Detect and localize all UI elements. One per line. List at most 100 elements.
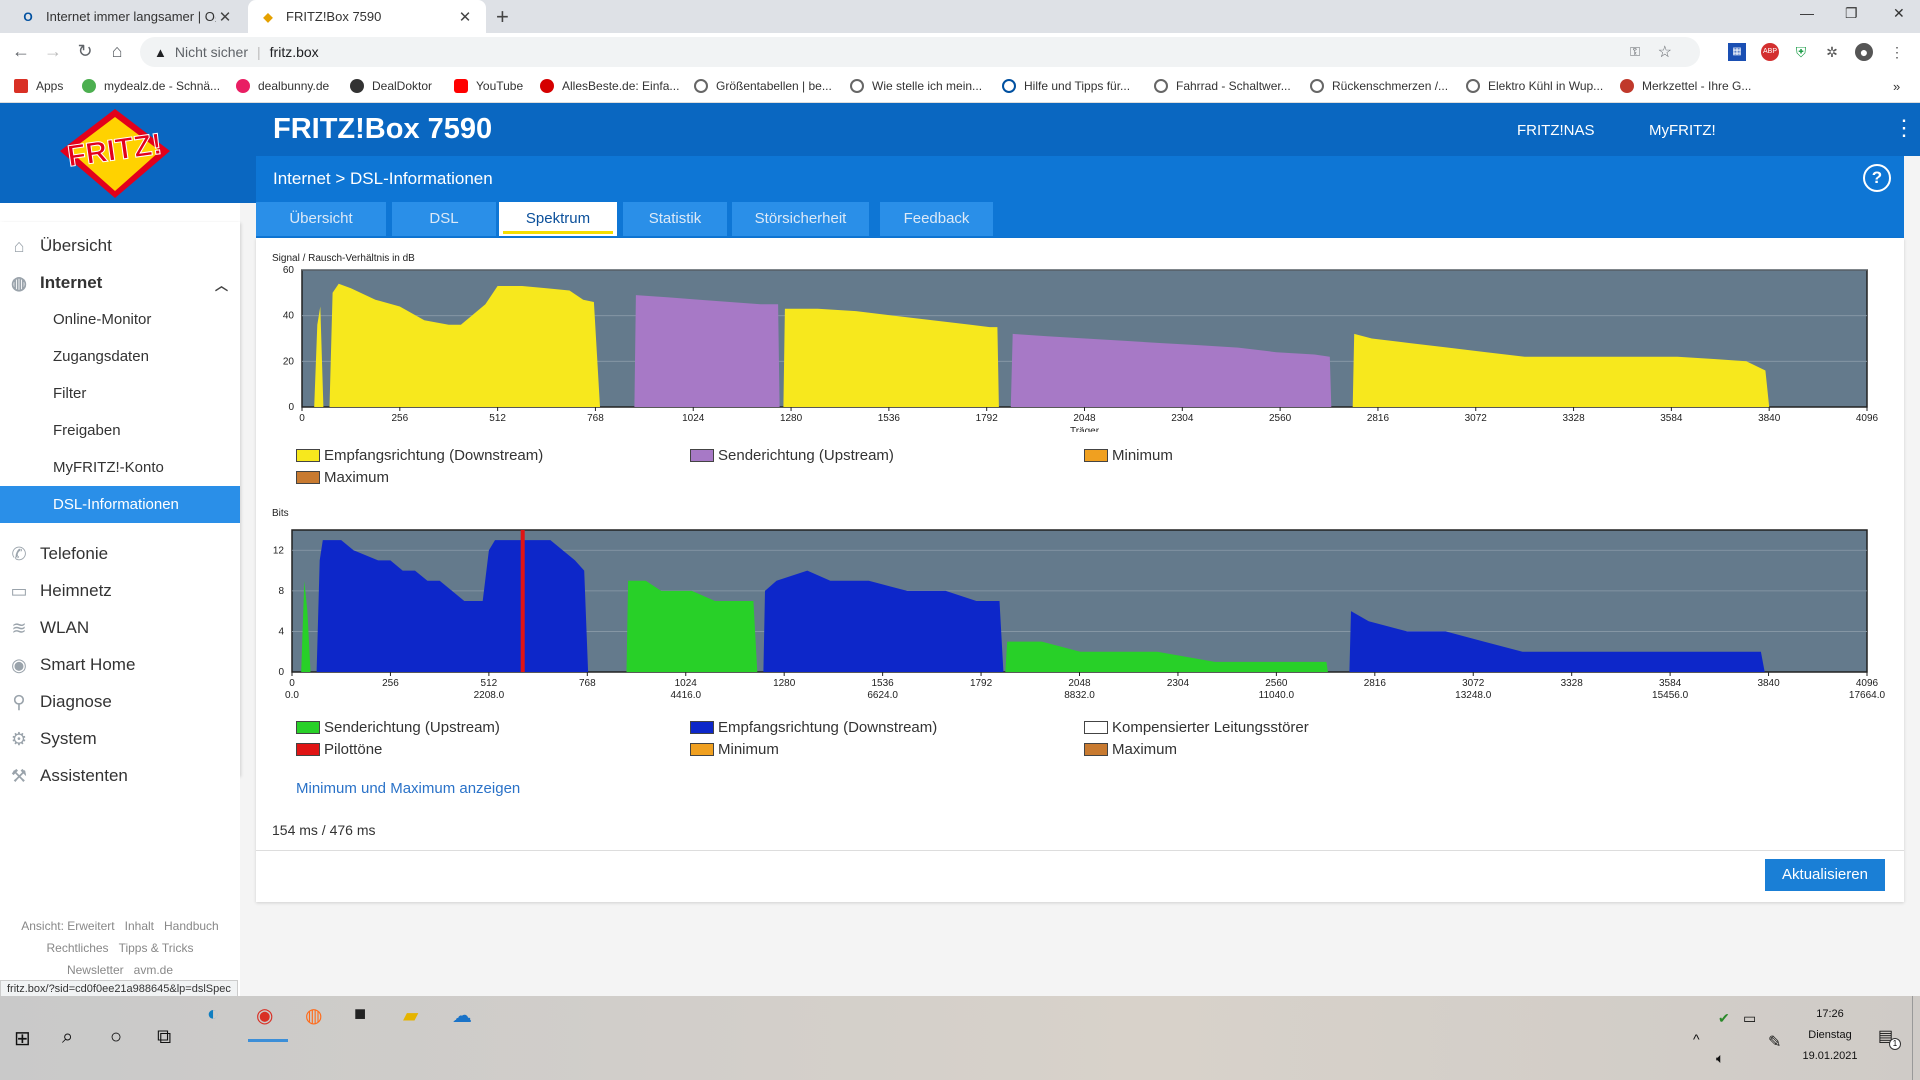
bookmarks-overflow-icon[interactable]: » — [1893, 79, 1900, 94]
x-tick-label: 1536 — [878, 413, 901, 424]
sidebar-sub-freigaben[interactable]: Freigaben — [0, 412, 240, 449]
x-axis-label: Träger — [1070, 426, 1100, 432]
footer-link-handbuch[interactable]: Handbuch — [164, 919, 219, 933]
footer-link-tipps[interactable]: Tipps & Tricks — [119, 941, 194, 955]
gear-icon: ⚙ — [10, 728, 28, 749]
bookmark-mydealz[interactable]: mydealz.de - Schnä... — [82, 79, 220, 93]
x-tick-khz-label: 2208.0 — [474, 690, 505, 700]
show-desktop-button[interactable] — [1912, 996, 1913, 1080]
close-window-icon[interactable]: ✕ — [1893, 5, 1905, 22]
volume-icon[interactable]: 🔈︎ — [1716, 1050, 1724, 1067]
home-icon[interactable]: ⌂ — [106, 41, 128, 62]
bookmark-elektro-kuehl[interactable]: Elektro Kühl in Wup... — [1466, 79, 1603, 93]
x-tick-khz-label: 6624.0 — [867, 690, 898, 700]
x-tick-label: 768 — [587, 413, 604, 424]
chrome-icon[interactable]: ◉ — [256, 1003, 273, 1028]
taskbar-clock[interactable]: 17:26 Dienstag 19.01.2021 — [1790, 1004, 1870, 1067]
extension-grid-icon[interactable]: ▦ — [1728, 43, 1746, 61]
security-tray-icon[interactable]: ✔ — [1718, 1010, 1730, 1027]
onedrive-icon[interactable]: ☁ — [452, 1003, 472, 1028]
sidebar-sub-dsl-informationen[interactable]: DSL-Informationen — [0, 486, 240, 523]
minimize-icon[interactable]: — — [1800, 5, 1814, 21]
sidebar-item-heimnetz[interactable]: ▭ Heimnetz — [0, 572, 240, 609]
x-tick-label: 1280 — [780, 413, 803, 424]
menu-icon[interactable]: ⋮ — [1888, 43, 1906, 61]
tab-dsl[interactable]: DSL — [392, 202, 496, 236]
refresh-button[interactable]: Aktualisieren — [1765, 859, 1885, 891]
bookmark-wie-stelle[interactable]: Wie stelle ich mein... — [850, 79, 982, 93]
new-tab-button[interactable]: + — [496, 4, 509, 30]
sidebar-item-system[interactable]: ⚙ System — [0, 720, 240, 757]
close-tab-icon[interactable]: ✕ — [456, 8, 474, 26]
footer-link-rechtliches[interactable]: Rechtliches — [47, 941, 109, 955]
adblock-icon[interactable]: ABP — [1761, 43, 1779, 61]
back-icon[interactable]: ← — [10, 41, 32, 62]
pen-icon[interactable]: ✎ — [1768, 1032, 1781, 1052]
sidebar-sub-zugangsdaten[interactable]: Zugangsdaten — [0, 338, 240, 375]
sidebar-item-wlan[interactable]: ≋ WLAN — [0, 609, 240, 646]
star-icon[interactable]: ☆ — [1658, 42, 1672, 62]
shield-icon[interactable]: ⛨ — [1792, 43, 1810, 61]
bookmark-allesbeste[interactable]: AllesBeste.de: Einfa... — [540, 79, 679, 93]
fritz-logo[interactable]: FRITZ! — [0, 103, 256, 203]
footer-link-inhalt[interactable]: Inhalt — [125, 919, 154, 933]
tab-feedback[interactable]: Feedback — [880, 202, 993, 236]
forward-icon[interactable]: → — [42, 41, 64, 62]
chevron-up-icon[interactable]: ^ — [1693, 1031, 1700, 1047]
search-icon[interactable]: ⌕ — [62, 1026, 73, 1049]
show-minmax-link[interactable]: Minimum und Maximum anzeigen — [296, 780, 520, 797]
merkzettel-icon — [1620, 79, 1634, 93]
edge-icon[interactable]: ◐ — [207, 1003, 219, 1026]
bookmark-dealdoktor[interactable]: DealDoktor — [350, 79, 432, 93]
maximize-icon[interactable]: ❐ — [1845, 5, 1858, 22]
footer-link-ansicht[interactable]: Ansicht: Erweitert — [21, 919, 114, 933]
help-icon[interactable]: ? — [1863, 164, 1891, 192]
sidebar-item-internet[interactable]: ◍ Internet ︿ — [0, 264, 240, 301]
fritznas-link[interactable]: FRITZ!NAS — [1517, 122, 1595, 139]
tab-uebersicht[interactable]: Übersicht — [256, 202, 386, 236]
tab-spektrum[interactable]: Spektrum — [499, 202, 617, 236]
x-tick-khz-label: 13248.0 — [1455, 690, 1492, 700]
bookmark-apps[interactable]: Apps — [14, 79, 63, 93]
reload-icon[interactable]: ↻ — [74, 41, 96, 62]
sidebar-item-assistenten[interactable]: ⚒ Assistenten — [0, 757, 240, 794]
tab-stoersicherheit[interactable]: Störsicherheit — [732, 202, 869, 236]
apps-icon — [14, 79, 28, 93]
file-explorer-icon[interactable]: ▰ — [403, 1003, 418, 1028]
firefox-icon[interactable]: ◍ — [305, 1003, 322, 1028]
bookmark-fahrrad[interactable]: Fahrrad - Schaltwer... — [1154, 79, 1291, 93]
windows-start-icon[interactable]: ⊞ — [14, 1026, 31, 1051]
divider — [256, 850, 1904, 851]
network-tray-icon[interactable]: ▭ — [1743, 1010, 1756, 1027]
browser-tab-fritzbox[interactable]: ◆ FRITZ!Box 7590 ✕ — [248, 0, 486, 33]
bookmark-groessentabellen[interactable]: Größentabellen | be... — [694, 79, 832, 93]
more-menu-icon[interactable]: ⋮ — [1893, 115, 1915, 141]
sidebar-sub-myfritz-konto[interactable]: MyFRITZ!-Konto — [0, 449, 240, 486]
extensions-icon[interactable]: ✲ — [1823, 43, 1841, 61]
key-icon[interactable]: ⚿ — [1630, 44, 1640, 60]
sidebar-sub-filter[interactable]: Filter — [0, 375, 240, 412]
cortana-icon[interactable]: ○ — [110, 1026, 122, 1049]
bookmark-hilfe-tipps[interactable]: Hilfe und Tipps für... — [1002, 79, 1130, 93]
chevron-up-icon[interactable]: ︿ — [215, 275, 228, 294]
bookmark-merkzettel[interactable]: Merkzettel - Ihre G... — [1620, 79, 1751, 93]
sidebar-item-diagnose[interactable]: ⚲ Diagnose — [0, 683, 240, 720]
bookmark-rueckenschmerzen[interactable]: Rückenschmerzen /... — [1310, 79, 1448, 93]
legend-minimum: Minimum — [1084, 447, 1173, 464]
bookmark-dealbunny[interactable]: dealbunny.de — [236, 79, 329, 93]
footer-link-newsletter[interactable]: Newsletter — [67, 963, 124, 977]
sticky-notes-icon[interactable]: ■ — [354, 1003, 366, 1026]
browser-tab-o2[interactable]: O Internet immer langsamer | O₂ Co ✕ — [8, 0, 246, 33]
myfritz-link[interactable]: MyFRITZ! — [1649, 122, 1716, 139]
close-tab-icon[interactable]: ✕ — [216, 8, 234, 26]
tab-statistik[interactable]: Statistik — [623, 202, 727, 236]
sidebar-sub-online-monitor[interactable]: Online-Monitor — [0, 301, 240, 338]
address-bar[interactable]: ▲ Nicht sicher | fritz.box ⚿ ☆ — [140, 37, 1700, 67]
task-view-icon[interactable]: ⧉ — [157, 1026, 171, 1049]
sidebar-item-smart-home[interactable]: ◉ Smart Home — [0, 646, 240, 683]
profile-icon[interactable]: ● — [1855, 43, 1873, 61]
sidebar-item-telefonie[interactable]: ✆ Telefonie — [0, 535, 240, 572]
bookmark-youtube[interactable]: YouTube — [454, 79, 523, 93]
footer-link-avm[interactable]: avm.de — [134, 963, 173, 977]
sidebar-item-uebersicht[interactable]: ⌂ Übersicht — [0, 227, 240, 264]
